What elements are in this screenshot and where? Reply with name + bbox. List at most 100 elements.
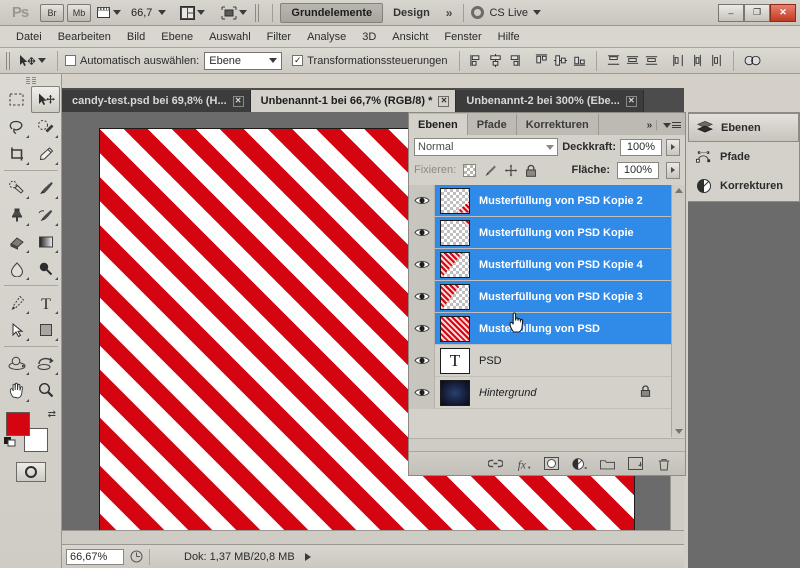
new-group-icon[interactable] <box>600 456 615 471</box>
layer-thumbnail[interactable] <box>440 283 470 310</box>
blend-mode-dropdown[interactable]: Normal <box>414 138 559 156</box>
menu-datei[interactable]: Datei <box>8 29 50 45</box>
layer-visibility-toggle[interactable] <box>409 280 435 313</box>
auto-align-layers-icon[interactable] <box>743 53 763 68</box>
history-brush-tool[interactable] <box>31 201 60 228</box>
options-grip[interactable] <box>6 51 12 70</box>
zoom-level-display[interactable]: 66,7 <box>125 7 158 19</box>
menu-3d[interactable]: 3D <box>354 29 384 45</box>
delete-layer-icon[interactable] <box>656 456 671 471</box>
document-horizontal-scrollbar[interactable] <box>62 530 684 544</box>
eraser-tool[interactable] <box>2 228 31 255</box>
tools-panel-grip[interactable] <box>0 74 61 86</box>
transform-controls-checkbox[interactable]: ✓ <box>292 55 304 66</box>
menu-filter[interactable]: Filter <box>259 29 299 45</box>
lock-all-icon[interactable] <box>525 164 537 177</box>
align-horizontal-centers-icon[interactable] <box>488 53 503 68</box>
align-left-edges-icon[interactable] <box>469 53 484 68</box>
distribute-horizontal-centers-icon[interactable] <box>690 53 705 68</box>
panel-menu-icon[interactable] <box>663 122 681 128</box>
menu-analyse[interactable]: Analyse <box>299 29 354 45</box>
layer-visibility-toggle[interactable] <box>409 216 435 249</box>
tool-preset-picker[interactable] <box>16 52 48 70</box>
workspace-more-chevron-icon[interactable]: » <box>440 6 457 20</box>
foreground-color-swatch[interactable] <box>6 412 30 436</box>
menu-bild[interactable]: Bild <box>119 29 153 45</box>
hand-tool[interactable] <box>2 377 31 404</box>
close-button[interactable]: ✕ <box>770 3 796 22</box>
zoom-percent-field[interactable]: 66,67% <box>66 548 124 565</box>
default-colors-icon[interactable] <box>4 434 17 450</box>
workspace-tab-design[interactable]: Design <box>383 3 440 23</box>
align-right-edges-icon[interactable] <box>507 53 522 68</box>
layer-visibility-toggle[interactable] <box>409 184 435 217</box>
align-bottom-edges-icon[interactable] <box>572 53 587 68</box>
zoom-tool[interactable] <box>31 377 60 404</box>
3d-camera-tool[interactable] <box>31 350 60 377</box>
arrange-documents-button[interactable] <box>178 4 207 22</box>
type-tool[interactable]: T <box>31 289 60 316</box>
distribute-bottom-edges-icon[interactable] <box>644 53 659 68</box>
gradient-tool[interactable] <box>31 228 60 255</box>
cs-live-button[interactable]: CS Live <box>471 6 542 19</box>
layers-vertical-scrollbar[interactable] <box>671 185 685 437</box>
auto-select-scope-dropdown[interactable]: Ebene <box>204 51 283 70</box>
move-tool[interactable] <box>31 86 60 113</box>
dock-item-pfade[interactable]: Pfade <box>688 142 799 171</box>
opacity-value[interactable]: 100% <box>620 138 662 156</box>
rectangular-marquee-tool[interactable] <box>2 86 31 113</box>
screen-mode-button[interactable] <box>219 4 249 22</box>
quick-mask-button[interactable] <box>15 462 46 482</box>
layer-thumbnail-background[interactable] <box>440 379 470 406</box>
path-selection-tool[interactable] <box>2 316 31 343</box>
fill-value[interactable]: 100% <box>617 161 659 179</box>
dock-item-korrekturen[interactable]: Korrekturen <box>688 171 799 200</box>
document-tab-candy-test[interactable]: candy-test.psd bei 69,8% (H... ✕ <box>62 90 251 112</box>
dock-item-ebenen[interactable]: Ebenen <box>688 113 799 142</box>
table-row[interactable]: Musterfüllung von PSD <box>409 312 685 345</box>
lock-transparent-pixels-icon[interactable] <box>463 163 477 177</box>
quick-selection-tool[interactable] <box>31 113 60 140</box>
new-adjustment-layer-icon[interactable] <box>572 456 587 471</box>
workspace-tab-grundelemente[interactable]: Grundelemente <box>280 2 384 23</box>
distribute-right-edges-icon[interactable] <box>709 53 724 68</box>
view-extras-button[interactable] <box>94 4 123 22</box>
close-icon[interactable]: ✕ <box>438 95 450 107</box>
blur-tool[interactable] <box>2 255 31 282</box>
layer-thumbnail-text[interactable]: T <box>440 347 470 374</box>
3d-rotate-tool[interactable] <box>2 350 31 377</box>
menu-ansicht[interactable]: Ansicht <box>384 29 436 45</box>
layer-visibility-toggle[interactable] <box>409 376 435 409</box>
menu-bearbeiten[interactable]: Bearbeiten <box>50 29 119 45</box>
swap-colors-icon[interactable]: ⇄ <box>48 409 56 420</box>
play-arrow-icon[interactable] <box>304 552 311 561</box>
minimize-button[interactable]: – <box>718 3 744 22</box>
document-tab-unbenannt-2[interactable]: Unbenannt-2 bei 300% (Ebe... ✕ <box>456 90 644 112</box>
pen-tool[interactable] <box>2 289 31 316</box>
crop-tool[interactable] <box>2 140 31 167</box>
lock-image-pixels-icon[interactable] <box>483 164 497 177</box>
document-tab-unbenannt-1[interactable]: Unbenannt-1 bei 66,7% (RGB/8) * ✕ <box>250 90 457 112</box>
close-icon[interactable]: ✕ <box>625 95 637 107</box>
link-layers-icon[interactable] <box>488 456 503 471</box>
mini-bridge-button[interactable]: Mb <box>67 3 91 22</box>
clock-icon[interactable] <box>130 550 143 563</box>
appbar-grip[interactable] <box>255 3 262 22</box>
table-row[interactable]: T PSD <box>409 344 685 377</box>
menu-hilfe[interactable]: Hilfe <box>490 29 528 45</box>
layer-thumbnail[interactable] <box>440 251 470 278</box>
table-row[interactable]: Musterfüllung von PSD Kopie 3 <box>409 280 685 313</box>
layer-thumbnail[interactable] <box>440 315 470 342</box>
lock-position-icon[interactable] <box>504 164 518 177</box>
menu-fenster[interactable]: Fenster <box>436 29 489 45</box>
menu-ebene[interactable]: Ebene <box>153 29 201 45</box>
layers-horizontal-scrollbar[interactable] <box>409 438 685 451</box>
distribute-vertical-centers-icon[interactable] <box>625 53 640 68</box>
auto-select-checkbox[interactable] <box>65 55 76 66</box>
tab-korrekturen[interactable]: Korrekturen <box>516 114 599 135</box>
scroll-up-icon[interactable] <box>674 188 683 193</box>
shape-tool[interactable] <box>31 316 60 343</box>
tab-pfade[interactable]: Pfade <box>467 114 517 135</box>
restore-button[interactable]: ❐ <box>744 3 770 22</box>
add-layer-mask-icon[interactable] <box>544 456 559 471</box>
